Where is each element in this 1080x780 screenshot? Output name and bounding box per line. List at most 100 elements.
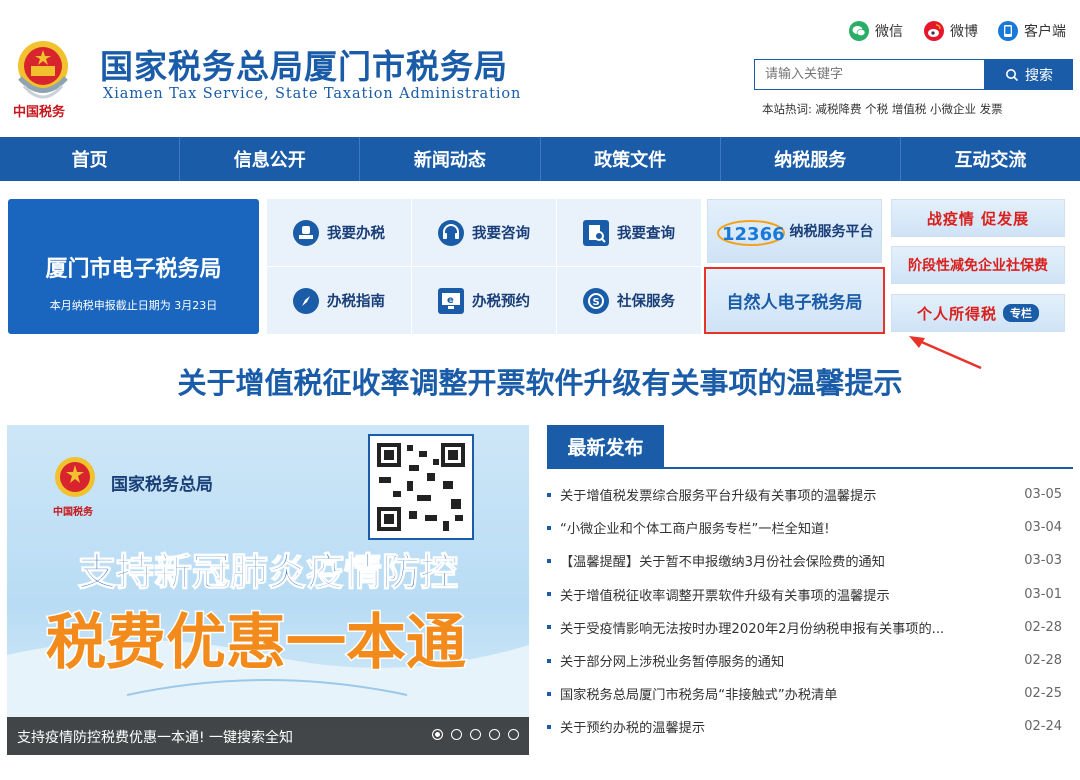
service-label: 我要咨询 bbox=[472, 226, 530, 242]
news-date: 03-04 bbox=[1024, 520, 1062, 536]
carousel-logo-small: 中国税务 bbox=[53, 505, 94, 518]
news-item[interactable]: 关于受疫情影响无法按时办理2020年2月份纳税申报有关事项的... 02-28 bbox=[547, 611, 1062, 644]
carousel-caption[interactable]: 支持疫情防控税费优惠一本通! 一键搜索全知 bbox=[17, 727, 293, 747]
svg-text:e: e bbox=[447, 295, 454, 306]
service-consult[interactable]: 我要咨询 bbox=[412, 199, 556, 266]
nav-home[interactable]: 首页 bbox=[0, 137, 181, 181]
individual-income-tax-banner[interactable]: 个人所得税 专栏 bbox=[891, 294, 1065, 332]
main-nav: 首页 信息公开 新闻动态 政策文件 纳税服务 互动交流 bbox=[0, 137, 1080, 181]
compass-icon bbox=[293, 287, 319, 314]
carousel-dot-2[interactable] bbox=[451, 729, 462, 740]
news-item[interactable]: 【温馨提醒】关于暂不申报缴纳3月份社会保险费的通知 03-03 bbox=[547, 544, 1062, 577]
news-item[interactable]: 关于增值税征收率调整开票软件升级有关事项的温馨提示 03-01 bbox=[547, 578, 1062, 611]
nav-interaction[interactable]: 互动交流 bbox=[901, 137, 1080, 181]
hotline-logo-icon: 12366 bbox=[716, 220, 785, 246]
hot-words: 本站热词: 减税降费 个税 增值税 小微企业 发票 bbox=[762, 102, 1003, 116]
mobile-app-icon bbox=[998, 21, 1018, 41]
search-input[interactable] bbox=[754, 59, 985, 90]
carousel-caption-bar: 支持疫情防控税费优惠一本通! 一键搜索全知 bbox=[7, 717, 529, 755]
weibo-link[interactable]: 微博 bbox=[924, 20, 978, 42]
search-button[interactable]: 搜索 bbox=[985, 59, 1073, 90]
service-label: 社保服务 bbox=[617, 294, 675, 310]
news-item[interactable]: 关于部分网上涉税业务暂停服务的通知 02-28 bbox=[547, 644, 1062, 677]
fight-epidemic-label: 战疫情 促发展 bbox=[926, 209, 1030, 228]
national-emblem-logo: 中国税务 bbox=[13, 41, 68, 120]
carousel-dot-3[interactable] bbox=[470, 729, 481, 740]
services-grid: 我要办税 我要咨询 我要查询 办税指南 e 办税预约 S 社保服务 bbox=[267, 199, 701, 334]
news-date: 02-28 bbox=[1024, 619, 1062, 635]
site-subtitle: Xiamen Tax Service, State Taxation Admin… bbox=[103, 86, 522, 102]
natural-person-etax-link[interactable]: 自然人电子税务局 bbox=[704, 267, 885, 334]
news-title[interactable]: 国家税务总局厦门市税务局“非接触式”办税清单 bbox=[560, 684, 1017, 703]
fight-epidemic-banner[interactable]: 战疫情 促发展 bbox=[891, 199, 1065, 237]
service-social-security[interactable]: S 社保服务 bbox=[557, 267, 701, 334]
news-item[interactable]: 国家税务总局厦门市税务局“非接触式”办税清单 02-25 bbox=[547, 677, 1062, 710]
monitor-icon: e bbox=[438, 287, 464, 314]
weibo-label: 微博 bbox=[950, 24, 978, 40]
news-date: 03-03 bbox=[1024, 553, 1062, 569]
news-item[interactable]: 关于预约办税的温馨提示 02-24 bbox=[547, 710, 1062, 743]
nav-tax-service[interactable]: 纳税服务 bbox=[721, 137, 901, 181]
nav-news[interactable]: 新闻动态 bbox=[360, 137, 541, 181]
news-tab-latest[interactable]: 最新发布 bbox=[547, 425, 664, 467]
svg-text:中国税务: 中国税务 bbox=[13, 104, 66, 120]
site-title: 国家税务总局厦门市税务局 bbox=[100, 47, 508, 86]
carousel-banner[interactable]: 中国税务 国家税务总局 支持新冠肺炎疫情防控 税费优惠一本通 支持疫情防控税费优… bbox=[7, 425, 529, 755]
news-date: 03-05 bbox=[1024, 487, 1062, 503]
carousel-dot-1[interactable] bbox=[432, 729, 443, 740]
hotline-number: 12366 bbox=[722, 224, 785, 245]
search-button-label: 搜索 bbox=[1025, 67, 1053, 84]
news-title[interactable]: 关于增值税征收率调整开票软件升级有关事项的温馨提示 bbox=[560, 585, 1017, 604]
news-title[interactable]: “小微企业和个体工商户服务专栏”一栏全知道! bbox=[560, 518, 1017, 537]
news-date: 02-24 bbox=[1024, 719, 1062, 735]
carousel-dot-5[interactable] bbox=[508, 729, 519, 740]
tax-service-platform-label: 纳税服务平台 bbox=[789, 224, 874, 240]
service-handle-tax[interactable]: 我要办税 bbox=[267, 199, 411, 266]
social-security-icon: S bbox=[583, 287, 609, 314]
special-column-badge: 专栏 bbox=[1003, 304, 1039, 322]
news-title[interactable]: 关于预约办税的温馨提示 bbox=[560, 717, 1017, 736]
mobile-app-link[interactable]: 客户端 bbox=[998, 20, 1066, 42]
news-list: 关于增值税发票综合服务平台升级有关事项的温馨提示 03-05 “小微企业和个体工商… bbox=[547, 478, 1062, 744]
carousel-dot-4[interactable] bbox=[489, 729, 500, 740]
e-tax-title: 厦门市电子税务局 bbox=[45, 257, 222, 282]
nav-policy[interactable]: 政策文件 bbox=[541, 137, 721, 181]
headset-icon bbox=[438, 219, 464, 246]
news-date: 02-25 bbox=[1024, 686, 1062, 702]
news-title[interactable]: 【温馨提醒】关于暂不申报缴纳3月份社会保险费的通知 bbox=[560, 551, 1017, 570]
service-guide[interactable]: 办税指南 bbox=[267, 267, 411, 334]
carousel-logo-text: 国家税务总局 bbox=[111, 474, 213, 495]
news-title[interactable]: 关于受疫情影响无法按时办理2020年2月份纳税申报有关事项的... bbox=[560, 618, 1017, 637]
nav-info-disclosure[interactable]: 信息公开 bbox=[180, 137, 361, 181]
carousel-graphic: 中国税务 国家税务总局 支持新冠肺炎疫情防控 税费优惠一本通 bbox=[7, 434, 529, 717]
social-insurance-reduction-banner[interactable]: 阶段性减免企业社保费 bbox=[891, 246, 1065, 284]
service-label: 办税指南 bbox=[327, 294, 385, 310]
news-date: 02-28 bbox=[1024, 653, 1062, 669]
wechat-link[interactable]: 微信 bbox=[849, 20, 903, 42]
stamp-icon bbox=[293, 219, 319, 246]
service-appointment[interactable]: e 办税预约 bbox=[412, 267, 556, 334]
search-icon bbox=[1006, 68, 1019, 81]
news-date: 03-01 bbox=[1024, 586, 1062, 602]
document-search-icon bbox=[583, 219, 609, 246]
service-label: 办税预约 bbox=[472, 294, 530, 310]
news-item[interactable]: 关于增值税发票综合服务平台升级有关事项的温馨提示 03-05 bbox=[547, 478, 1062, 511]
carousel-line1: 支持新冠肺炎疫情防控 bbox=[78, 549, 458, 594]
headline-link[interactable]: 关于增值税征收率调整开票软件升级有关事项的温馨提示 bbox=[0, 360, 1080, 402]
news-title[interactable]: 关于部分网上涉税业务暂停服务的通知 bbox=[560, 651, 1017, 670]
wechat-label: 微信 bbox=[875, 24, 903, 40]
carousel-dots bbox=[432, 729, 519, 740]
individual-income-tax-label: 个人所得税 bbox=[916, 304, 997, 323]
mobile-app-label: 客户端 bbox=[1024, 24, 1066, 40]
carousel-line2: 税费优惠一本通 bbox=[46, 608, 466, 678]
tax-service-platform-link[interactable]: 12366 纳税服务平台 bbox=[707, 199, 882, 263]
news-title[interactable]: 关于增值税发票综合服务平台升级有关事项的温馨提示 bbox=[560, 485, 1017, 504]
e-tax-deadline: 本月纳税申报截止日期为 3月23日 bbox=[49, 299, 218, 312]
service-query[interactable]: 我要查询 bbox=[557, 199, 701, 266]
weibo-icon bbox=[924, 21, 944, 41]
social-insurance-reduction-label: 阶段性减免企业社保费 bbox=[908, 258, 1048, 274]
e-tax-bureau-panel[interactable]: 厦门市电子税务局 本月纳税申报截止日期为 3月23日 bbox=[8, 199, 259, 334]
news-item[interactable]: “小微企业和个体工商户服务专栏”一栏全知道! 03-04 bbox=[547, 511, 1062, 544]
service-label: 我要查询 bbox=[617, 226, 675, 242]
service-label: 我要办税 bbox=[327, 226, 385, 242]
